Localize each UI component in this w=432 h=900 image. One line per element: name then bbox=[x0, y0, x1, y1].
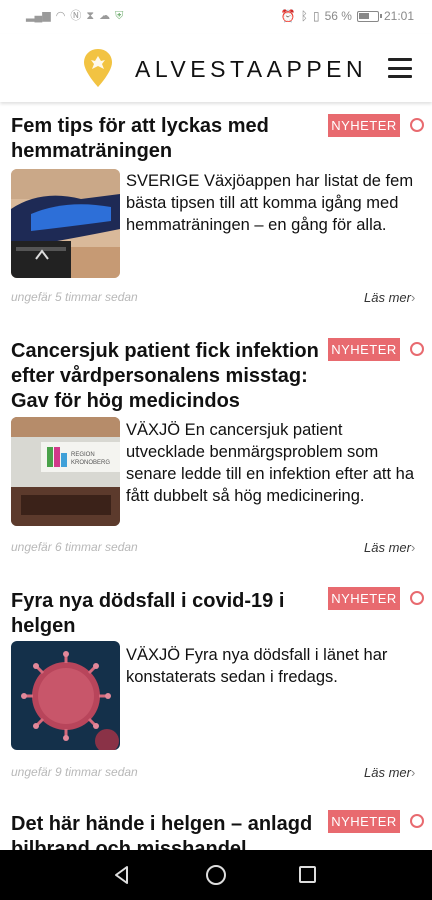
category-tag[interactable]: NYHETER bbox=[328, 338, 400, 361]
article-timestamp: ungefär 5 timmar sedan bbox=[11, 290, 138, 304]
chevron-right-icon: › bbox=[410, 765, 416, 780]
bookmark-ring-icon[interactable] bbox=[410, 814, 424, 828]
sign-text: REGION bbox=[71, 452, 95, 458]
bookmark-ring-icon[interactable] bbox=[410, 118, 424, 132]
article-headline[interactable]: Fem tips för att lyckas med hemmaträning… bbox=[11, 114, 321, 164]
alarm-icon: ⏰ bbox=[280, 9, 296, 23]
battery-icon bbox=[356, 10, 382, 22]
recents-icon[interactable] bbox=[299, 866, 316, 883]
coronavirus-image bbox=[11, 641, 120, 750]
shield-icon: ⛨ bbox=[115, 10, 124, 22]
hourglass-icon: ⧗ bbox=[86, 10, 95, 22]
home-icon[interactable] bbox=[206, 865, 226, 885]
article-excerpt: VÄXJÖ En cancersjuk patient utvecklade b… bbox=[126, 421, 415, 505]
nfc-icon: Ⓝ bbox=[70, 10, 82, 22]
app-header: ALVESTAAPPEN bbox=[0, 34, 432, 102]
read-more-link[interactable]: Läs mer› bbox=[364, 765, 415, 780]
article-timestamp: ungefär 9 timmar sedan bbox=[11, 765, 138, 779]
read-more-link[interactable]: Läs mer› bbox=[364, 290, 415, 305]
news-feed[interactable]: Fem tips för att lyckas med hemmaträning… bbox=[0, 102, 432, 850]
bluetooth-icon: ᛒ bbox=[300, 9, 308, 23]
article-excerpt: SVERIGE Växjöappen har listat de fem bäs… bbox=[126, 172, 414, 234]
region-sign-image: REGION KRONOBERG bbox=[11, 417, 120, 526]
category-tag[interactable]: NYHETER bbox=[328, 810, 400, 833]
status-bar: ▂▄▆ ◠ Ⓝ ⧗ ☁ ⛨ ⏰ ᛒ ▯ 56 % 21:01 bbox=[0, 0, 432, 34]
chevron-right-icon: › bbox=[410, 540, 416, 555]
article-headline[interactable]: Cancersjuk patient fick infektion efter … bbox=[11, 339, 321, 414]
battery-percent: 56 % bbox=[324, 9, 352, 23]
category-tag[interactable]: NYHETER bbox=[328, 114, 400, 137]
workout-shoe-image bbox=[11, 169, 120, 278]
read-more-label: Läs mer bbox=[364, 290, 411, 305]
bookmark-ring-icon[interactable] bbox=[410, 591, 424, 605]
article-timestamp: ungefär 6 timmar sedan bbox=[11, 540, 138, 554]
wifi-icon: ◠ bbox=[55, 10, 66, 22]
article-thumbnail[interactable]: REGION KRONOBERG bbox=[11, 417, 120, 526]
read-more-label: Läs mer bbox=[364, 765, 411, 780]
clock: 21:01 bbox=[383, 9, 414, 23]
bookmark-ring-icon[interactable] bbox=[410, 342, 424, 356]
article-headline[interactable]: Det här hände i helgen – anlagd bilbrand… bbox=[11, 812, 321, 850]
logo-pin-icon[interactable] bbox=[83, 48, 113, 88]
read-more-link[interactable]: Läs mer› bbox=[364, 540, 415, 555]
category-tag[interactable]: NYHETER bbox=[328, 587, 400, 610]
read-more-label: Läs mer bbox=[364, 540, 411, 555]
system-nav-bar bbox=[0, 850, 432, 900]
article-headline[interactable]: Fyra nya dödsfall i covid-19 i helgen bbox=[11, 589, 321, 639]
status-icons-right: ⏰ ᛒ ▯ 56 % 21:01 bbox=[281, 9, 414, 23]
status-icons-left: ▂▄▆ ◠ Ⓝ ⧗ ☁ ⛨ bbox=[26, 9, 123, 23]
signal-icon: ▂▄▆ bbox=[26, 10, 51, 22]
vibrate-icon: ▯ bbox=[313, 9, 320, 23]
article-thumbnail[interactable] bbox=[11, 641, 120, 750]
article-excerpt: VÄXJÖ Fyra nya dödsfall i länet har kons… bbox=[126, 646, 388, 686]
article-thumbnail[interactable] bbox=[11, 169, 120, 278]
hamburger-menu-icon[interactable] bbox=[388, 58, 412, 78]
app-brand-title[interactable]: ALVESTAAPPEN bbox=[135, 56, 367, 83]
back-icon[interactable] bbox=[112, 865, 132, 885]
sign-text: KRONOBERG bbox=[71, 460, 110, 466]
chevron-right-icon: › bbox=[410, 290, 416, 305]
cloud-icon: ☁ bbox=[99, 10, 111, 22]
